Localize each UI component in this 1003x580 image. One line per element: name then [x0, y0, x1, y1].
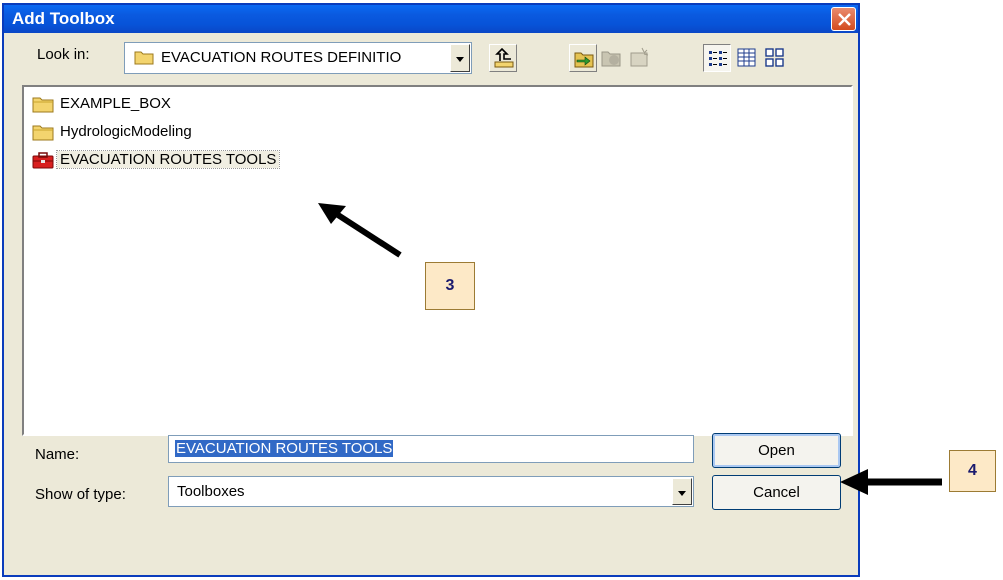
callout-arrow-3-icon [318, 203, 402, 258]
folder-icon [32, 97, 54, 113]
type-value: Toolboxes [177, 483, 245, 500]
list-view-icon [709, 51, 727, 66]
disconnect-folder-icon [601, 51, 621, 67]
type-label: Show of type: [35, 486, 126, 503]
look-in-value: EVACUATION ROUTES DEFINITIO [161, 49, 402, 66]
list-item-label: EVACUATION ROUTES TOOLS [55, 150, 281, 169]
up-one-level-button[interactable] [489, 44, 517, 72]
cancel-button[interactable]: Cancel [712, 475, 841, 510]
new-toolbox-icon [630, 47, 649, 67]
list-item-label: HydrologicModeling [60, 123, 192, 140]
up-one-level-icon [494, 48, 514, 68]
look-in-dropdown[interactable]: EVACUATION ROUTES DEFINITIO [124, 42, 472, 74]
list-view-button[interactable] [703, 44, 731, 72]
details-view-icon [737, 48, 756, 67]
name-input-value: EVACUATION ROUTES TOOLS [175, 440, 394, 457]
name-input[interactable]: EVACUATION ROUTES TOOLS [168, 435, 694, 463]
list-item-label: EXAMPLE_BOX [60, 95, 171, 112]
file-list[interactable]: EXAMPLE_BOX HydrologicModeling EVACUATIO… [22, 85, 853, 436]
thumbnails-view-button[interactable] [761, 44, 789, 72]
close-button[interactable] [831, 7, 856, 31]
connect-folder-icon [574, 52, 594, 68]
name-label: Name: [35, 446, 80, 463]
type-dropdown[interactable]: Toolboxes [168, 476, 694, 507]
callout-step-3: 3 [425, 262, 475, 310]
folder-icon [134, 51, 154, 65]
folder-icon [32, 125, 54, 141]
window-title: Add Toolbox [12, 9, 115, 28]
open-button[interactable]: Open [712, 433, 841, 468]
callout-step-4: 4 [949, 450, 996, 492]
details-view-button[interactable] [733, 44, 761, 72]
callout-arrow-4-icon [840, 469, 942, 495]
connect-folder-button[interactable] [569, 44, 597, 72]
toolbox-icon [32, 152, 54, 169]
look-in-dropdown-button[interactable] [450, 44, 470, 72]
new-toolbox-button[interactable] [625, 44, 653, 72]
look-in-label: Look in: [37, 46, 90, 63]
type-dropdown-button[interactable] [672, 478, 692, 505]
close-icon [838, 13, 851, 26]
disconnect-folder-button[interactable] [597, 44, 625, 72]
title-bar[interactable]: Add Toolbox [4, 5, 858, 33]
thumbnails-view-icon [765, 48, 784, 67]
